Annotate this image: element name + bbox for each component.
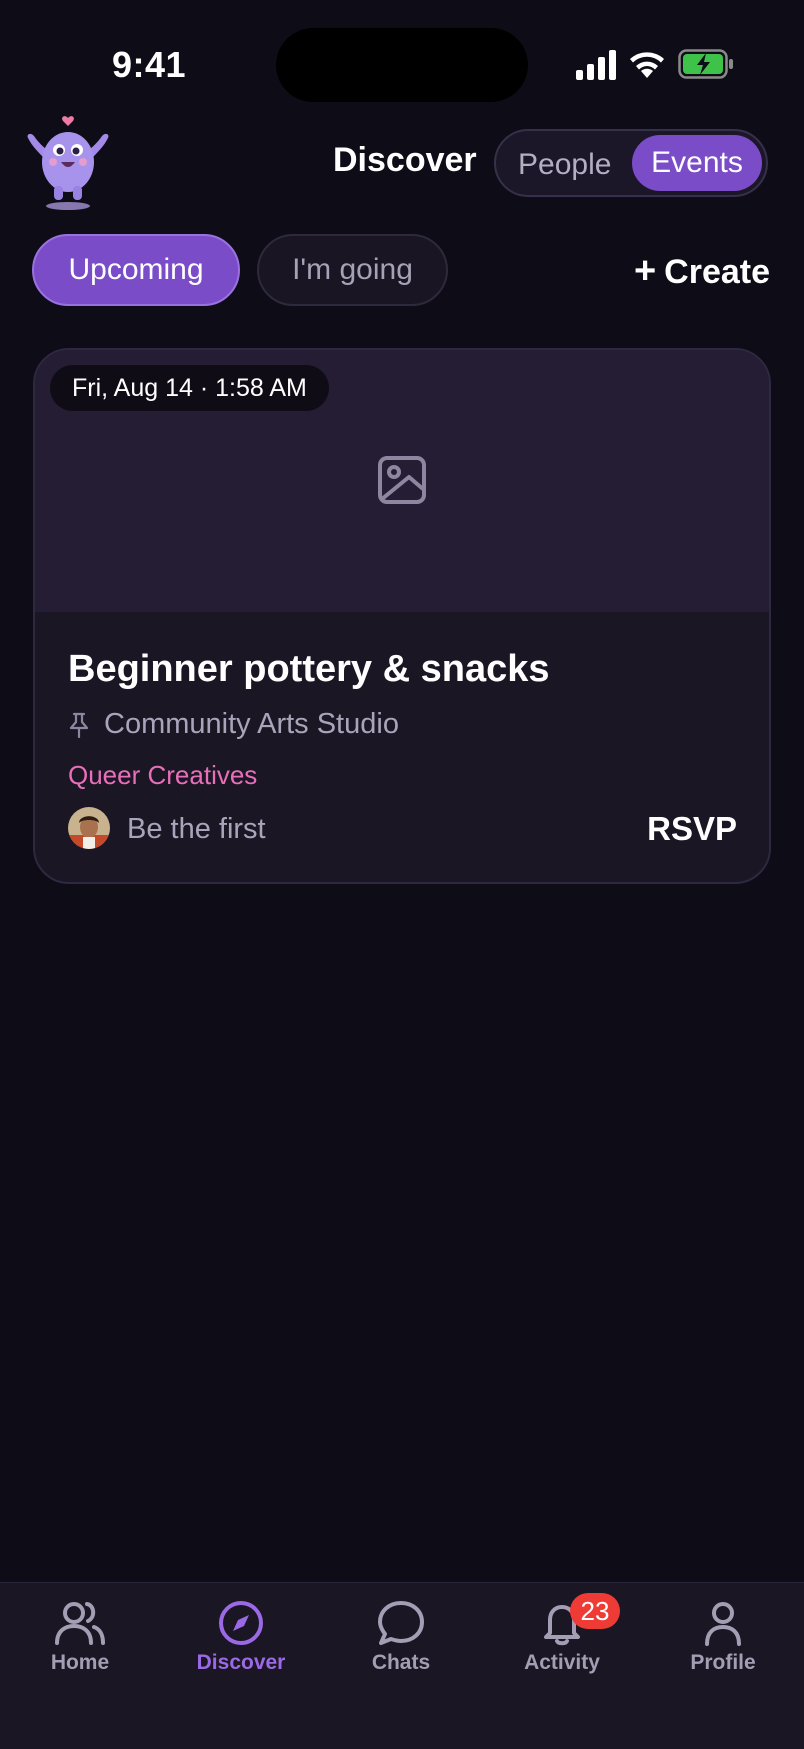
people-events-segmented-control: People Events [494, 129, 768, 197]
event-group-link[interactable]: Queer Creatives [68, 760, 257, 791]
tab-home-label: Home [50, 1651, 110, 1674]
tab-activity-label: Activity [524, 1651, 600, 1674]
segment-events[interactable]: Events [632, 135, 762, 191]
event-title: Beginner pottery & snacks [68, 648, 550, 690]
create-event-button[interactable]: + Create [634, 250, 770, 293]
attendees-text: Be the first [127, 813, 266, 845]
tab-activity[interactable]: Activity 23 [492, 1593, 632, 1699]
mascot-logo-icon[interactable] [22, 112, 114, 212]
tab-discover[interactable]: Discover [171, 1599, 311, 1699]
event-location: Community Arts Studio [104, 708, 399, 740]
tab-chats-label: Chats [371, 1651, 431, 1674]
battery-charging-icon [678, 49, 733, 79]
status-bar: 9:41 [0, 0, 804, 110]
page-title: Discover [333, 141, 477, 179]
plus-icon: + [633, 250, 657, 292]
event-image-placeholder: Fri, Aug 14 · 1:58 AM [35, 350, 769, 612]
create-label: Create [664, 253, 770, 291]
people-icon [55, 1602, 105, 1645]
compass-icon [219, 1601, 263, 1645]
person-icon [705, 1602, 741, 1646]
tab-profile-label: Profile [690, 1651, 756, 1674]
cellular-signal-icon [576, 50, 616, 80]
chat-bubble-icon [378, 1601, 424, 1645]
rsvp-button[interactable]: RSVP [647, 810, 737, 848]
tab-chats[interactable]: Chats [331, 1599, 471, 1699]
attendee-avatar [68, 807, 110, 849]
dynamic-island [276, 28, 528, 102]
segment-people[interactable]: People [518, 148, 611, 182]
status-time: 9:41 [112, 44, 187, 85]
wifi-icon [630, 52, 664, 78]
tab-home[interactable]: Home [10, 1599, 150, 1699]
image-icon [378, 456, 426, 504]
filter-upcoming-chip[interactable]: Upcoming [32, 234, 240, 306]
activity-notification-badge: 23 [570, 1593, 620, 1629]
filter-im-going-chip[interactable]: I'm going [257, 234, 448, 306]
bottom-tab-bar: Home Discover Chats Activity 23 Profile [0, 1582, 804, 1749]
tab-discover-label: Discover [196, 1651, 286, 1674]
event-card[interactable]: Fri, Aug 14 · 1:58 AM Beginner pottery &… [33, 348, 771, 884]
pushpin-icon [69, 712, 89, 738]
event-date-badge: Fri, Aug 14 · 1:58 AM [50, 365, 329, 411]
tab-profile[interactable]: Profile [653, 1599, 793, 1699]
